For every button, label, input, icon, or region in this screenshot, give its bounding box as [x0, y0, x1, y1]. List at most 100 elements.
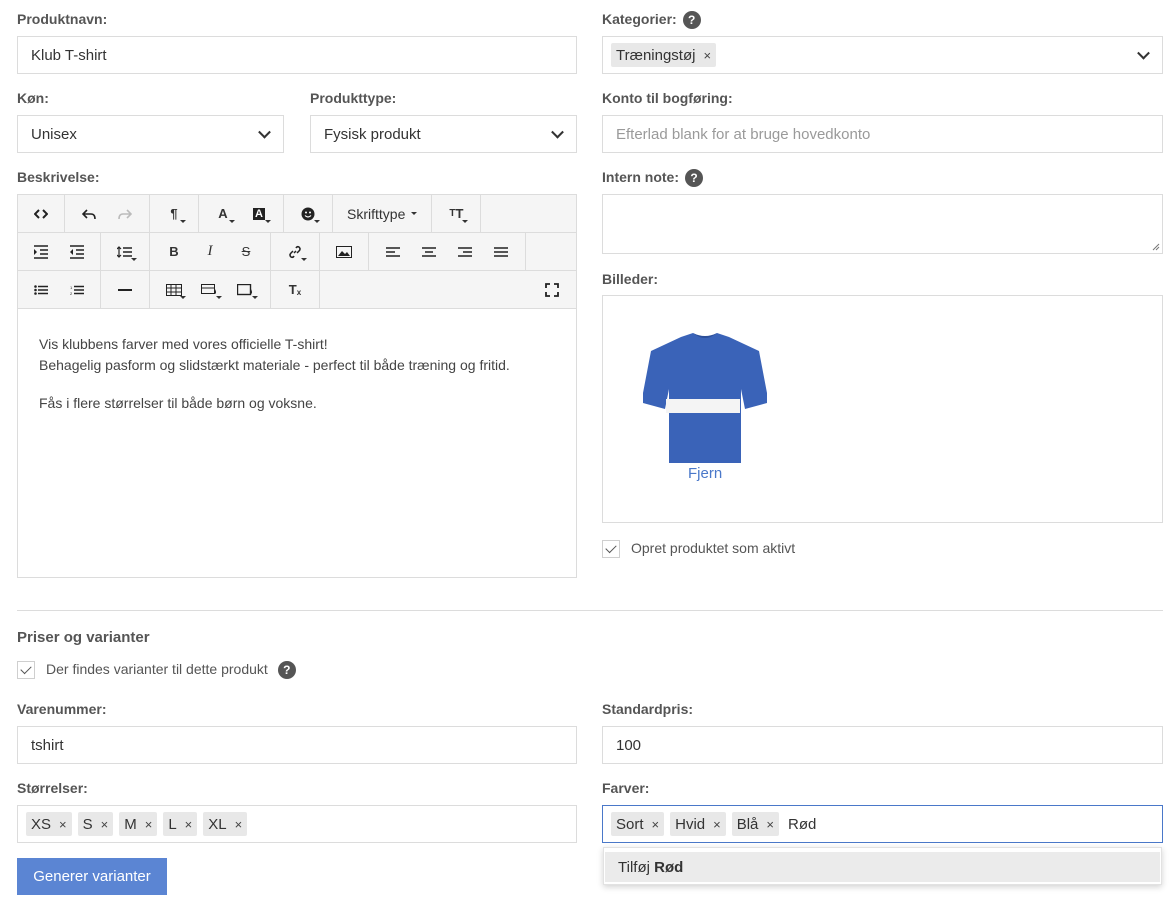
size-tag: L ×	[163, 812, 198, 836]
remove-tag-icon[interactable]: ×	[766, 817, 774, 832]
description-label: Beskrivelse:	[17, 169, 100, 185]
colors-label: Farver:	[602, 780, 650, 796]
product-type-value: Fysisk produkt	[324, 125, 421, 143]
suggestion-prefix: Tilføj	[618, 858, 655, 876]
product-name-label: Produktnavn:	[17, 11, 108, 27]
image-icon[interactable]	[326, 233, 362, 270]
align-right-icon[interactable]	[447, 233, 483, 270]
horizontal-rule-icon[interactable]	[107, 271, 143, 308]
font-family-dropdown[interactable]: Skrifttype	[347, 206, 405, 222]
redo-icon[interactable]	[107, 195, 143, 232]
tshirt-image	[643, 333, 767, 463]
sku-label: Varenummer:	[17, 701, 107, 717]
description-line: Behagelig pasform og slidstærkt material…	[39, 357, 510, 373]
help-icon[interactable]: ?	[685, 169, 703, 188]
table-style-icon[interactable]	[228, 271, 264, 308]
sku-input[interactable]: tshirt	[17, 726, 577, 764]
sizes-tag-input[interactable]: XS × S × M × L × XL ×	[17, 805, 577, 843]
svg-text:1: 1	[70, 285, 73, 290]
strikethrough-icon[interactable]: S	[228, 233, 264, 270]
italic-icon[interactable]: I	[192, 233, 228, 270]
colors-tag-input[interactable]: Sort × Hvid × Blå × Rød	[602, 805, 1163, 843]
remove-tag-icon[interactable]: ×	[703, 48, 711, 63]
suggestion-value: Rød	[654, 858, 684, 876]
paragraph-icon[interactable]: ¶	[156, 195, 192, 232]
ordered-list-icon[interactable]: 12	[59, 271, 95, 308]
colors-typed-text[interactable]: Rød	[788, 816, 816, 833]
align-left-icon[interactable]	[375, 233, 411, 270]
outdent-icon[interactable]	[59, 233, 95, 270]
images-box: Fjern	[602, 295, 1163, 523]
account-label: Konto til bogføring:	[602, 90, 733, 106]
generate-variants-button[interactable]: Generer varianter	[17, 858, 167, 895]
price-input[interactable]: 100	[602, 726, 1163, 764]
sizes-label: Størrelser:	[17, 780, 88, 796]
rich-text-editor: ¶ A A Skrifttype TT B I S 1 2 T x Vis kl…	[17, 194, 577, 578]
remove-tag-icon[interactable]: ×	[652, 817, 660, 832]
internal-note-label: Intern note:?	[602, 169, 703, 188]
line-height-icon[interactable]	[107, 233, 143, 270]
gender-label: Køn:	[17, 90, 49, 106]
variants-checkbox-label: Der findes varianter til dette produkt?	[46, 661, 296, 680]
colors-suggestion-dropdown: Tilføj Rød	[603, 847, 1162, 885]
font-color-icon[interactable]: A	[205, 195, 241, 232]
table-icon[interactable]	[156, 271, 192, 308]
link-icon[interactable]	[277, 233, 313, 270]
images-label: Billeder:	[602, 271, 659, 287]
caret-icon	[411, 212, 418, 215]
price-value: 100	[616, 736, 642, 754]
help-icon[interactable]: ?	[682, 11, 701, 30]
undo-icon[interactable]	[71, 195, 107, 232]
remove-image-link[interactable]: Fjern	[688, 465, 722, 482]
chevron-down-icon	[551, 125, 564, 139]
remove-tag-icon[interactable]: ×	[145, 817, 153, 832]
indent-icon[interactable]	[23, 233, 59, 270]
account-input[interactable]: Efterlad blank for at bruge hovedkonto	[602, 115, 1163, 153]
internal-note-textarea[interactable]	[602, 194, 1163, 254]
pricing-section-title: Priser og varianter	[17, 629, 150, 646]
categories-label: Kategorier:?	[602, 11, 701, 30]
remove-tag-icon[interactable]: ×	[101, 817, 109, 832]
editor-toolbar-row-1: ¶ A A Skrifttype TT	[18, 195, 576, 233]
size-tag: S ×	[77, 812, 114, 836]
description-line: Vis klubbens farver med vores officielle…	[39, 336, 328, 352]
product-type-label: Produkttype:	[310, 90, 397, 106]
resize-handle-icon[interactable]	[1152, 243, 1160, 251]
section-divider	[17, 610, 1163, 611]
product-name-input[interactable]: Klub T-shirt	[17, 36, 577, 74]
product-name-value: Klub T-shirt	[31, 46, 107, 64]
svg-text:2: 2	[70, 291, 73, 295]
editor-toolbar-row-2: B I S	[18, 233, 576, 271]
remove-tag-icon[interactable]: ×	[185, 817, 193, 832]
suggestion-add-option[interactable]: Tilføj Rød	[605, 852, 1160, 882]
account-placeholder: Efterlad blank for at bruge hovedkonto	[616, 125, 871, 143]
variants-checkbox[interactable]	[17, 661, 35, 679]
gender-select[interactable]: Unisex	[17, 115, 284, 153]
background-color-icon[interactable]: A	[241, 195, 277, 232]
editor-content[interactable]: Vis klubbens farver med vores officielle…	[39, 334, 566, 414]
align-center-icon[interactable]	[411, 233, 447, 270]
product-type-select[interactable]: Fysisk produkt	[310, 115, 577, 153]
fullscreen-icon[interactable]	[534, 271, 570, 308]
chevron-down-icon[interactable]	[1137, 46, 1150, 60]
unordered-list-icon[interactable]	[23, 271, 59, 308]
size-tag: XL ×	[203, 812, 248, 836]
emoji-icon[interactable]	[290, 195, 326, 232]
code-view-icon[interactable]	[23, 195, 59, 232]
categories-select[interactable]: Træningstøj ×	[602, 36, 1163, 74]
chevron-down-icon	[258, 125, 271, 139]
remove-tag-icon[interactable]: ×	[713, 817, 721, 832]
remove-tag-icon[interactable]: ×	[235, 817, 243, 832]
active-checkbox[interactable]	[602, 540, 620, 558]
clear-format-icon[interactable]: Tx	[277, 271, 313, 308]
font-size-icon[interactable]: TT	[438, 195, 474, 232]
color-tag: Hvid ×	[670, 812, 726, 836]
active-checkbox-label: Opret produktet som aktivt	[631, 540, 796, 556]
align-justify-icon[interactable]	[483, 233, 519, 270]
help-icon[interactable]: ?	[277, 661, 296, 680]
remove-tag-icon[interactable]: ×	[59, 817, 67, 832]
bold-icon[interactable]: B	[156, 233, 192, 270]
cell-background-icon[interactable]	[192, 271, 228, 308]
size-tag: XS ×	[26, 812, 72, 836]
category-tag: Træningstøj ×	[611, 43, 717, 67]
